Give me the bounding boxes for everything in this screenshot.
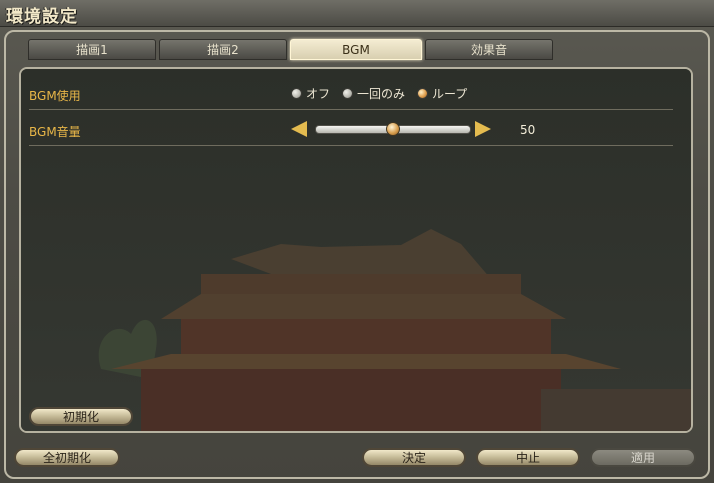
window-title: 環境設定: [6, 7, 78, 27]
bgm-volume-slider-knob[interactable]: [386, 122, 400, 136]
tab-bgm[interactable]: BGM: [290, 39, 422, 60]
title-bar: 環境設定: [0, 0, 714, 27]
radio-loop-indicator: [417, 88, 429, 99]
radio-loop-label: ループ: [432, 87, 468, 101]
bgm-use-radio-group: オフ 一回のみ ループ: [291, 85, 467, 102]
bgm-use-label: BGM使用: [29, 89, 81, 103]
radio-loop[interactable]: ループ: [417, 85, 467, 102]
apply-button: 適用: [590, 448, 696, 467]
radio-once-indicator: [342, 88, 354, 99]
reset-all-button[interactable]: 全初期化: [14, 448, 120, 467]
bgm-volume-label: BGM音量: [29, 125, 81, 139]
radio-off-label: オフ: [306, 87, 331, 101]
settings-panel: BGM使用 オフ 一回のみ ループ BGM音量 50 初期化: [19, 67, 693, 433]
divider: [29, 109, 673, 110]
tab-draw1[interactable]: 描画1: [28, 39, 156, 60]
cancel-button[interactable]: 中止: [476, 448, 580, 467]
reset-button[interactable]: 初期化: [29, 407, 133, 426]
radio-off-indicator: [291, 88, 302, 99]
settings-window: 環境設定 描画1 描画2 BGM 効果音 BGM使用 オフ 一回のみ ループ B…: [0, 0, 714, 483]
bgm-volume-value: 50: [520, 123, 536, 137]
palace-background-image: [21, 69, 691, 431]
tab-draw2[interactable]: 描画2: [159, 39, 287, 60]
divider: [29, 145, 673, 146]
slider-decrease-arrow-icon[interactable]: [291, 121, 307, 137]
tab-sound-effects[interactable]: 効果音: [425, 39, 553, 60]
radio-off[interactable]: オフ: [291, 85, 330, 102]
radio-once-label: 一回のみ: [357, 87, 406, 101]
ok-button[interactable]: 決定: [362, 448, 466, 467]
slider-increase-arrow-icon[interactable]: [475, 121, 491, 137]
radio-once[interactable]: 一回のみ: [342, 85, 405, 102]
